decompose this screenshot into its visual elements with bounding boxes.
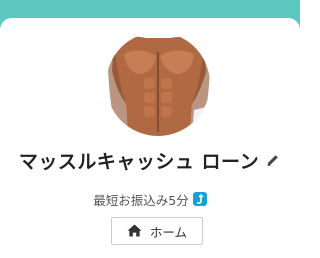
muscular-torso-avatar-image: [106, 32, 210, 136]
profile-name-row: マッスルキャッシュ ローン: [0, 146, 300, 174]
profile-name: マッスルキャッシュ ローン: [18, 150, 260, 173]
home-icon: [127, 222, 142, 241]
profile-avatar[interactable]: [106, 32, 210, 136]
home-button[interactable]: ホーム: [111, 217, 203, 245]
home-button-label: ホーム: [149, 224, 188, 240]
profile-subtitle-row: 最短お振込み5分: [0, 189, 300, 209]
pencil-icon[interactable]: [264, 152, 281, 169]
profile-card: マッスルキャッシュ ローン 最短お振込み5分 ホーム: [0, 18, 300, 258]
profile-subtitle: 最短お振込み5分: [93, 192, 189, 208]
bank-transfer-icon: [192, 192, 207, 206]
